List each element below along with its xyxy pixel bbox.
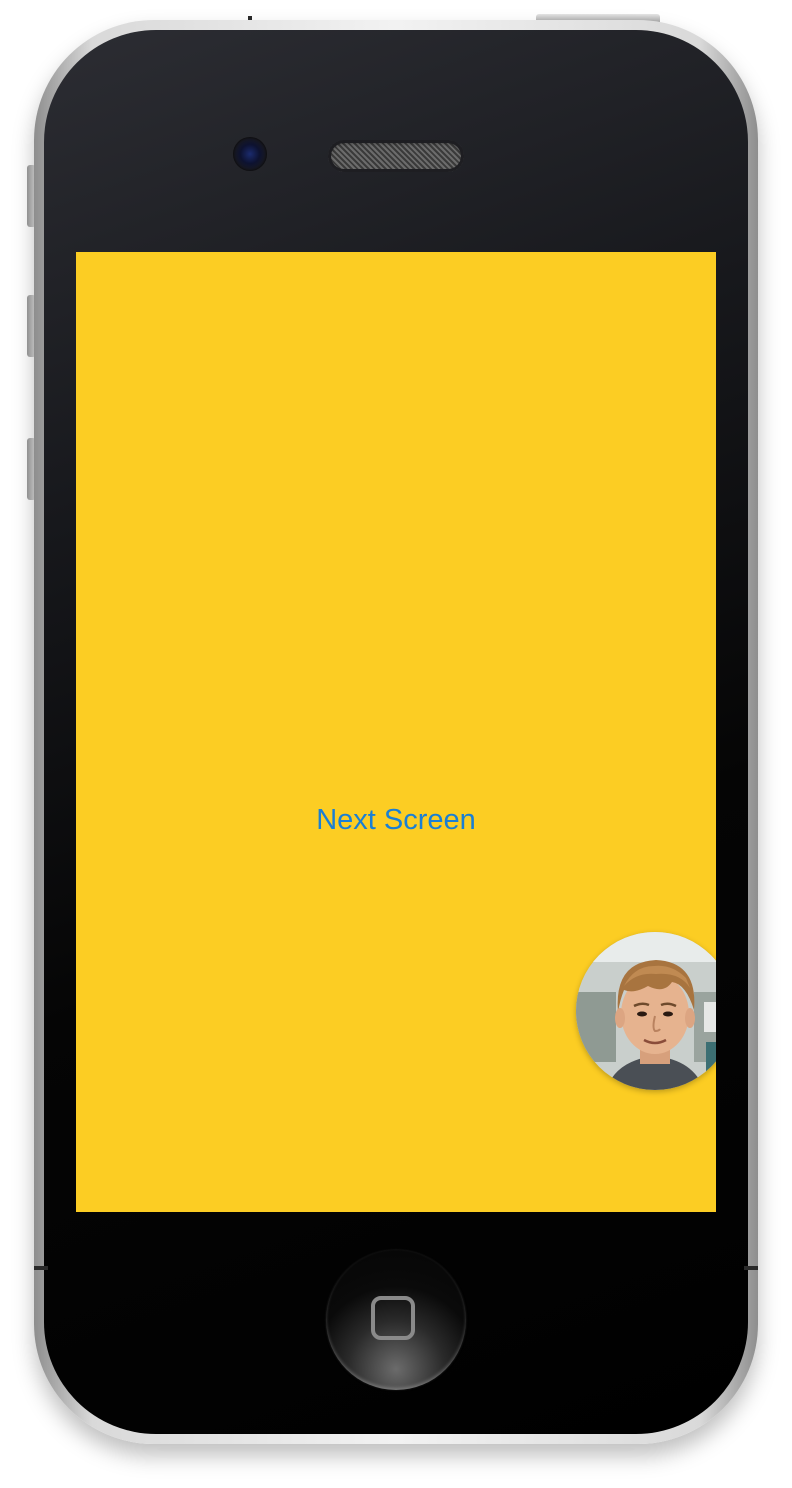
app-screen: Next Screen — [76, 252, 716, 1212]
home-square-icon — [371, 1296, 415, 1340]
earpiece-speaker-icon — [328, 140, 464, 172]
front-camera-icon — [233, 137, 267, 171]
next-screen-button[interactable]: Next Screen — [76, 798, 716, 842]
antenna-line-left — [34, 1266, 48, 1270]
antenna-line-right — [744, 1266, 758, 1270]
simulator-stage: Next Screen — [0, 0, 792, 1488]
avatar-photo — [576, 932, 716, 1090]
user-photo-avatar[interactable] — [576, 932, 716, 1090]
